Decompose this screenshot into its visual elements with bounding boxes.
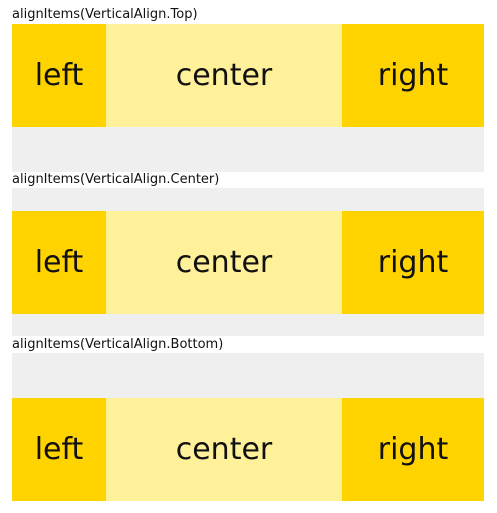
section-label-top: alignItems(VerticalAlign.Top) (12, 7, 198, 22)
row-align-center: left center right (12, 188, 484, 336)
section-label-center: alignItems(VerticalAlign.Center) (12, 172, 220, 187)
cell-left: left (12, 398, 106, 501)
cell-center: center (106, 398, 342, 501)
cell-left: left (12, 24, 106, 127)
section-label-bottom: alignItems(VerticalAlign.Bottom) (12, 337, 224, 352)
row-align-top: left center right (12, 24, 484, 172)
cell-right: right (342, 24, 484, 127)
cell-center: center (106, 210, 342, 314)
cell-center: center (106, 24, 342, 127)
row-align-bottom: left center right (12, 353, 484, 501)
cell-right: right (342, 210, 484, 314)
cell-left: left (12, 210, 106, 314)
cell-right: right (342, 398, 484, 501)
